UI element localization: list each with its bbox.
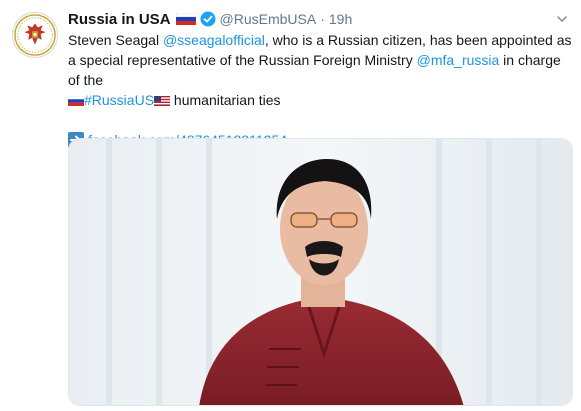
account-handle[interactable]: @RusEmbUSA [220,11,317,27]
russia-flag-icon [68,96,84,106]
mention-mfa-russia[interactable]: @mfa_russia [417,52,500,68]
russian-coat-of-arms-icon [14,14,56,56]
account-name[interactable]: Russia in USA [68,11,171,28]
separator-dot: · [320,11,325,27]
russia-flag-icon [175,13,196,25]
tweet-text-part: Steven Seagal [68,32,163,48]
photo-image [69,139,572,405]
tweet-text-part: humanitarian ties [170,92,281,108]
hashtag-russiaus[interactable]: #RussiaUS [84,92,154,108]
tweet[interactable]: Russia in USA @RusEmbUSA · 19h Steven Se… [68,8,573,406]
tweet-header: Russia in USA @RusEmbUSA · 19h [68,8,573,30]
tweet-photo[interactable] [68,138,573,406]
usa-flag-icon [154,96,171,106]
verified-badge-icon [200,11,216,27]
mention-sseagalofficial[interactable]: @sseagalofficial [163,32,265,48]
account-avatar[interactable] [12,12,58,58]
chevron-down-icon[interactable] [555,12,569,26]
tweet-timestamp[interactable]: 19h [329,11,352,27]
tweet-text: Steven Seagal @sseagalofficial, who is a… [68,30,573,110]
